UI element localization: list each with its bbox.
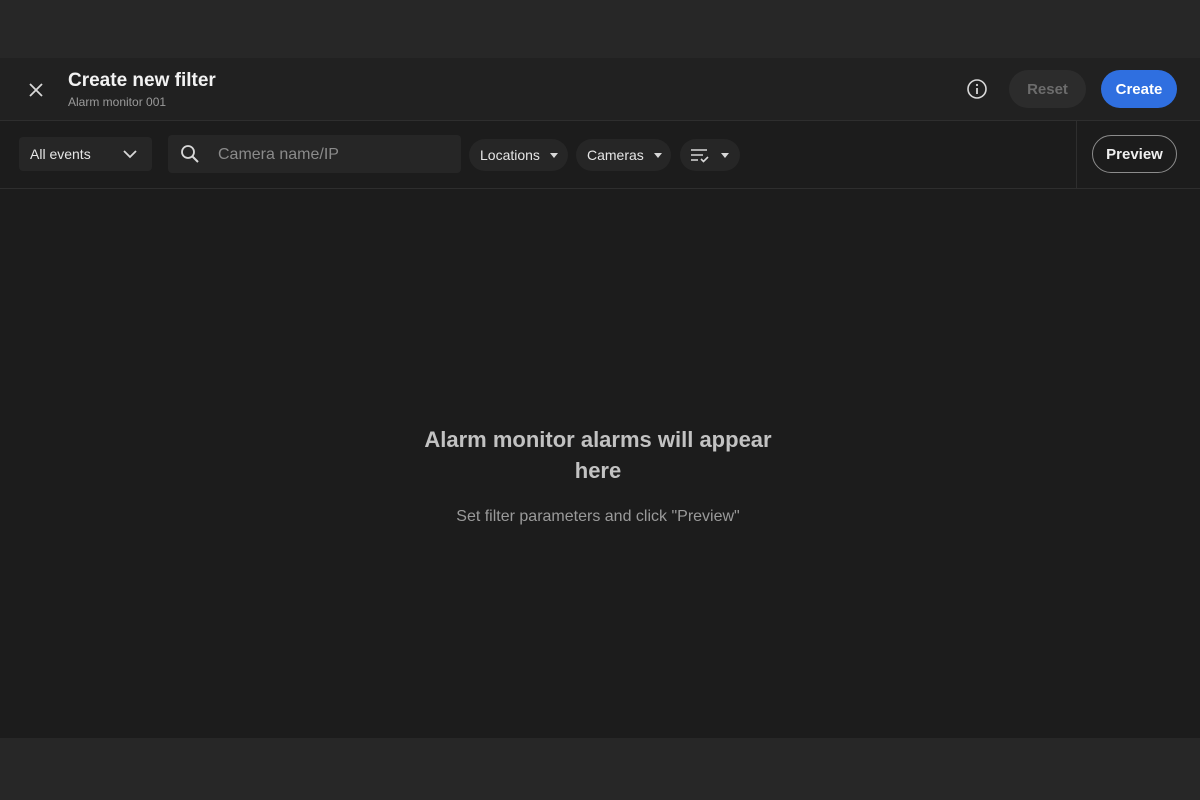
empty-state-subtitle: Set filter parameters and click "Preview… [456, 508, 740, 525]
preview-button[interactable]: Preview [1092, 135, 1177, 173]
create-filter-panel: Create new filter Alarm monitor 001 Rese… [0, 58, 1200, 738]
panel-header: Create new filter Alarm monitor 001 Rese… [0, 58, 1200, 120]
filter-toolbar: All events Locations Cameras [0, 120, 1200, 189]
caret-down-icon [653, 152, 662, 158]
close-icon [29, 83, 43, 97]
info-button[interactable] [962, 74, 992, 104]
close-button[interactable] [20, 74, 52, 106]
cameras-label: Cameras [587, 147, 644, 163]
filter-options-dropdown[interactable] [680, 139, 740, 171]
empty-state-title: Alarm monitor alarms will appear here [424, 427, 772, 483]
locations-dropdown[interactable]: Locations [469, 139, 568, 171]
locations-label: Locations [480, 147, 540, 163]
page-subtitle: Alarm monitor 001 [68, 95, 167, 109]
cameras-dropdown[interactable]: Cameras [576, 139, 671, 171]
events-select[interactable]: All events [19, 137, 152, 171]
toolbar-divider [1076, 121, 1077, 189]
search-icon [181, 145, 199, 163]
create-button[interactable]: Create [1101, 70, 1177, 108]
reset-button[interactable]: Reset [1009, 70, 1086, 108]
caret-down-icon [721, 152, 729, 158]
caret-down-icon [549, 152, 558, 158]
camera-search-input[interactable] [216, 135, 455, 175]
page-title: Create new filter [68, 70, 216, 91]
chevron-down-icon [123, 150, 137, 159]
filter-list-icon [691, 149, 709, 163]
info-icon [967, 79, 987, 99]
events-select-value: All events [30, 146, 91, 162]
camera-search [168, 135, 461, 175]
